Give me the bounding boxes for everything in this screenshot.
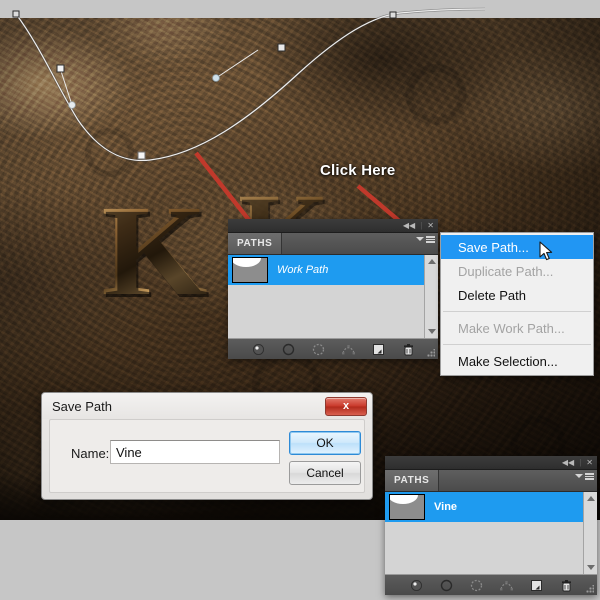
paths-panel-result-titlebar[interactable]: ◀◀ | ✕: [385, 456, 597, 470]
menu-item-duplicate-path: Duplicate Path...: [458, 263, 554, 279]
paths-panel-tabrow[interactable]: PATHS: [228, 233, 438, 255]
dialog-body: Name: Vine OK Cancel: [49, 419, 365, 493]
hamburger-icon: [426, 236, 435, 243]
chevron-down-icon: [416, 237, 424, 242]
path-name-label: Vine: [434, 501, 458, 513]
stroke-path-with-brush-icon[interactable]: [282, 343, 295, 356]
tab-paths[interactable]: PATHS: [228, 233, 283, 254]
delete-current-path-icon[interactable]: [402, 343, 415, 356]
collapse-icon[interactable]: ◀◀: [403, 221, 415, 230]
paths-panel-titlebar[interactable]: ◀◀ | ✕: [228, 219, 438, 233]
panel-resize-grip[interactable]: [586, 585, 594, 593]
menu-separator-1: [443, 311, 591, 312]
menu-item-make-selection[interactable]: Make Selection...: [441, 349, 593, 373]
titlebar-divider: |: [579, 458, 582, 467]
scroll-up-arrow-icon[interactable]: [427, 259, 436, 264]
paths-panel[interactable]: ◀◀ | ✕ PATHS Work Path: [228, 219, 438, 359]
dialog-titlebar[interactable]: Save Path x: [42, 393, 372, 419]
menu-item-save-path[interactable]: Save Path...: [441, 235, 593, 259]
paths-panel-footer[interactable]: [228, 339, 438, 359]
menu-separator-2: [443, 344, 591, 345]
name-input[interactable]: Vine: [110, 440, 280, 464]
menu-item-make-work-path: Make Work Path...: [458, 320, 565, 336]
chevron-down-icon: [575, 474, 583, 479]
paths-list-scrollbar[interactable]: [424, 255, 438, 338]
collapse-icon[interactable]: ◀◀: [562, 458, 574, 467]
scroll-down-arrow-icon[interactable]: [586, 565, 595, 570]
titlebar-divider: |: [420, 221, 423, 230]
delete-current-path-icon[interactable]: [560, 579, 573, 592]
screenshot-root: K K: [0, 0, 600, 600]
paths-panel-menu[interactable]: Save Path... Duplicate Path... Delete Pa…: [440, 232, 594, 376]
dialog-title: Save Path: [52, 398, 112, 414]
make-work-path-from-selection-icon[interactable]: [341, 343, 355, 356]
close-icon[interactable]: ✕: [427, 221, 434, 230]
paths-list-result[interactable]: Vine: [385, 492, 597, 575]
path-thumbnail: [232, 257, 268, 283]
paths-list-item-vine[interactable]: Vine: [385, 492, 597, 522]
menu-item-delete-path[interactable]: Delete Path: [441, 283, 593, 307]
paths-panel-result-tabrow[interactable]: PATHS: [385, 470, 597, 492]
click-here-label: Click Here: [320, 162, 396, 179]
scroll-down-arrow-icon[interactable]: [427, 329, 436, 334]
fill-path-with-foreground-color-icon[interactable]: [252, 343, 265, 356]
ok-button[interactable]: OK: [289, 431, 361, 455]
paths-panel-result[interactable]: ◀◀ | ✕ PATHS Vine: [385, 456, 597, 595]
scroll-up-arrow-icon[interactable]: [586, 496, 595, 501]
load-path-as-selection-icon[interactable]: [312, 343, 325, 356]
create-new-path-icon[interactable]: [372, 343, 385, 356]
save-path-dialog[interactable]: Save Path x Name: Vine OK Cancel: [41, 392, 373, 500]
paths-panel-result-footer[interactable]: [385, 575, 597, 595]
hamburger-icon: [585, 473, 594, 480]
stroke-path-with-brush-icon[interactable]: [440, 579, 453, 592]
tab-paths-result[interactable]: PATHS: [385, 470, 440, 491]
fill-path-with-foreground-color-icon[interactable]: [410, 579, 423, 592]
panel-resize-grip[interactable]: [427, 349, 435, 357]
paths-list-item-work-path[interactable]: Work Path: [228, 255, 438, 285]
name-label: Name:: [71, 446, 110, 461]
dialog-close-button[interactable]: x: [325, 396, 367, 416]
path-name-label: Work Path: [277, 264, 329, 276]
path-thumbnail: [389, 494, 425, 520]
paths-list-result-scrollbar[interactable]: [583, 492, 597, 574]
panel-menu-icon[interactable]: [575, 473, 594, 480]
close-icon[interactable]: ✕: [586, 458, 593, 467]
paths-list[interactable]: Work Path: [228, 255, 438, 339]
create-new-path-icon[interactable]: [530, 579, 543, 592]
cancel-button[interactable]: Cancel: [289, 461, 361, 485]
load-path-as-selection-icon[interactable]: [470, 579, 483, 592]
make-work-path-from-selection-icon[interactable]: [499, 579, 513, 592]
panel-menu-icon[interactable]: [416, 236, 435, 243]
